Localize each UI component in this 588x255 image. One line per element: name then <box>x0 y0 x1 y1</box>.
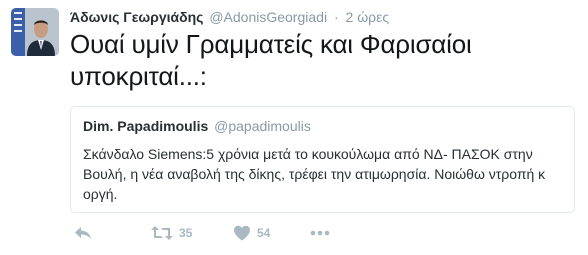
quoted-tweet-text: Σκάνδαλο Siemens:5 χρόνια μετά το κουκού… <box>83 146 546 202</box>
tweet-timestamp[interactable]: 2 ώρες <box>346 9 390 25</box>
tweet-text: Ουαί υμίν Γραμματείς και Φαρισαίοι υποκρ… <box>70 29 472 91</box>
like-count: 54 <box>257 226 271 240</box>
retweet-count: 35 <box>179 226 193 240</box>
quoted-author-name: Dim. Papadimoulis <box>83 118 209 134</box>
avatar-photo-icon <box>11 8 59 56</box>
heart-icon <box>234 225 250 241</box>
like-button[interactable]: 54 <box>233 222 270 244</box>
author-avatar[interactable] <box>11 8 59 56</box>
tweet-card: Άδωνις Γεωργιάδης @AdonisGeorgiadi · 2 ώ… <box>0 0 588 255</box>
reply-button[interactable] <box>74 222 92 244</box>
more-dots-icon <box>310 230 330 236</box>
author-handle[interactable]: @AdonisGeorgiadi <box>209 9 327 25</box>
quoted-tweet-header: Dim. Papadimoulis @papadimoulis <box>83 117 562 135</box>
quoted-author-handle: @papadimoulis <box>214 118 311 134</box>
retweet-icon <box>151 226 173 240</box>
author-name[interactable]: Άδωνις Γεωργιάδης <box>70 9 203 25</box>
tweet-header: Άδωνις Γεωργιάδης @AdonisGeorgiadi · 2 ώ… <box>70 8 576 26</box>
separator-dot: · <box>333 9 339 25</box>
quoted-tweet[interactable]: Dim. Papadimoulis @papadimoulis Σκάνδαλο… <box>70 106 575 213</box>
retweet-button[interactable]: 35 <box>151 222 192 244</box>
tweet-content: Άδωνις Γεωργιάδης @AdonisGeorgiadi · 2 ώ… <box>70 8 576 92</box>
more-button[interactable] <box>310 222 330 244</box>
tweet-actions: 35 54 <box>70 222 370 244</box>
reply-icon <box>75 227 91 239</box>
